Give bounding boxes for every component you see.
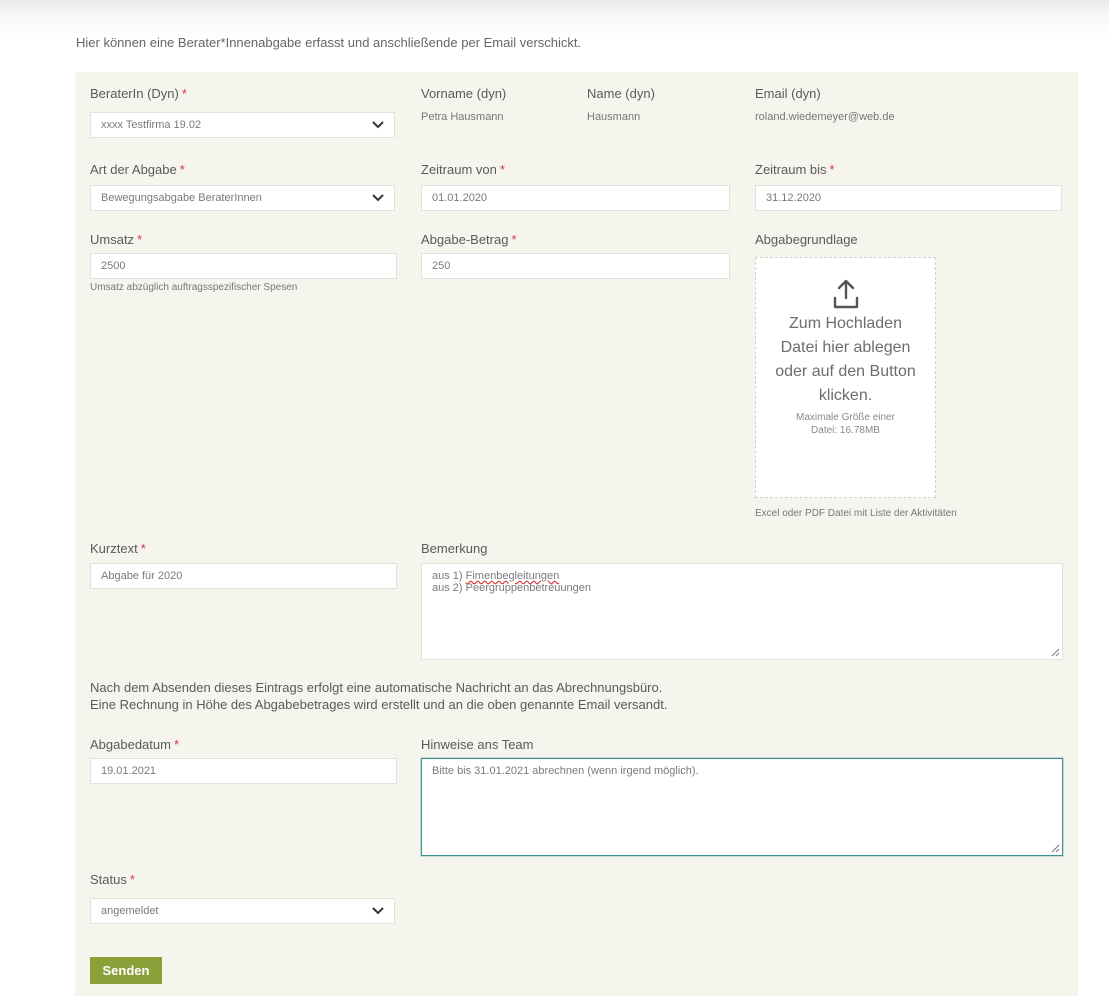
umsatz-help: Umsatz abzüglich auftragsspezifischer Sp… xyxy=(90,282,298,293)
betrag-input[interactable]: 250 xyxy=(421,253,730,279)
status-select-value: angemeldet xyxy=(101,905,159,917)
hinweise-label: Hinweise ans Team xyxy=(421,737,534,752)
kurztext-label-text: Kurztext xyxy=(90,541,138,556)
required-mark: * xyxy=(129,872,135,887)
notice-line-2: Eine Rechnung in Höhe des Abgabebetrages… xyxy=(90,697,668,712)
upload-drop-text: Zum Hochladen Datei hier ablegen oder au… xyxy=(775,315,916,404)
vorname-value: Petra Hausmann xyxy=(421,111,504,123)
notice-text: Nach dem Absenden dieses Eintrags erfolg… xyxy=(90,679,667,713)
name-value: Hausmann xyxy=(587,111,641,123)
zeitraum-bis-label-text: Zeitraum bis xyxy=(755,162,827,177)
resize-grip-icon[interactable] xyxy=(1051,844,1060,853)
bemerkung-line-2: aus 2) Peergruppenbetreuungen xyxy=(432,582,592,594)
grundlage-help: Excel oder PDF Datei mit Liste der Aktiv… xyxy=(755,508,957,519)
upload-max-size: Maximale Größe einer Datei: 16.78MB xyxy=(796,412,895,436)
berater-label: BeraterIn (Dyn) * xyxy=(90,86,187,101)
form-panel: BeraterIn (Dyn) * xxxx Testfirma 19.02 Vo… xyxy=(75,72,1078,996)
required-mark: * xyxy=(137,232,143,247)
required-mark: * xyxy=(511,232,517,247)
required-mark: * xyxy=(499,162,505,177)
hinweise-value: Bitte bis 31.01.2021 abrechnen (wenn irg… xyxy=(432,765,699,777)
bemerkung-textarea[interactable]: aus 1) Fimenbegleitungen aus 2) Peergrup… xyxy=(421,563,1063,660)
required-mark: * xyxy=(179,162,185,177)
betrag-label-text: Abgabe-Betrag xyxy=(421,232,509,247)
vorname-label: Vorname (dyn) xyxy=(421,86,507,101)
name-label: Name (dyn) xyxy=(587,86,655,101)
art-label: Art der Abgabe * xyxy=(90,162,185,177)
chevron-down-icon xyxy=(372,194,384,202)
bemerkung-misspelled-word: Fimenbegleitungen xyxy=(465,570,560,582)
bemerkung-line-1-prefix: aus 1) xyxy=(432,570,466,582)
email-value: roland.wiedemeyer@web.de xyxy=(755,111,895,123)
submit-button[interactable]: Senden xyxy=(90,957,162,984)
zeitraum-bis-input[interactable]: 31.12.2020 xyxy=(755,185,1062,211)
art-label-text: Art der Abgabe xyxy=(90,162,177,177)
intro-text: Hier können eine Berater*Innenabgabe erf… xyxy=(76,35,582,50)
berater-select-value: xxxx Testfirma 19.02 xyxy=(101,119,202,131)
zeitraum-von-label-text: Zeitraum von xyxy=(421,162,497,177)
betrag-label: Abgabe-Betrag * xyxy=(421,232,517,247)
hinweise-textarea[interactable]: Bitte bis 31.01.2021 abrechnen (wenn irg… xyxy=(421,758,1063,856)
upload-dropzone[interactable]: Zum Hochladen Datei hier ablegen oder au… xyxy=(755,257,936,498)
art-select[interactable]: Bewegungsabgabe BeraterInnen xyxy=(90,185,395,211)
status-label: Status * xyxy=(90,872,135,887)
resize-grip-icon[interactable] xyxy=(1051,648,1060,657)
umsatz-label: Umsatz * xyxy=(90,232,142,247)
bemerkung-label: Bemerkung xyxy=(421,541,488,556)
abgabedatum-label-text: Abgabedatum xyxy=(90,737,171,752)
required-mark: * xyxy=(173,737,180,752)
upload-icon xyxy=(833,279,858,309)
email-label: Email (dyn) xyxy=(755,86,821,101)
status-select[interactable]: angemeldet xyxy=(90,898,395,924)
kurztext-label: Kurztext * xyxy=(90,541,146,556)
grundlage-label: Abgabegrundlage xyxy=(755,232,858,247)
zeitraum-bis-label: Zeitraum bis * xyxy=(755,162,835,177)
berater-label-text: BeraterIn (Dyn) xyxy=(90,86,179,101)
zeitraum-von-label: Zeitraum von * xyxy=(421,162,505,177)
notice-line-1: Nach dem Absenden dieses Eintrags erfolg… xyxy=(90,680,663,695)
umsatz-label-text: Umsatz xyxy=(90,232,135,247)
required-mark: * xyxy=(829,162,835,177)
umsatz-input[interactable]: 2500 xyxy=(90,253,397,279)
required-mark: * xyxy=(140,541,146,556)
berater-select[interactable]: xxxx Testfirma 19.02 xyxy=(90,112,395,138)
zeitraum-von-input[interactable]: 01.01.2020 xyxy=(421,185,730,211)
required-mark: * xyxy=(181,86,187,101)
abgabedatum-label: Abgabedatum * xyxy=(90,737,179,752)
kurztext-input[interactable]: Abgabe für 2020 xyxy=(90,563,397,589)
status-label-text: Status xyxy=(90,872,127,887)
art-select-value: Bewegungsabgabe BeraterInnen xyxy=(101,192,262,204)
chevron-down-icon xyxy=(372,121,384,129)
abgabedatum-input[interactable]: 19.01.2021 xyxy=(90,758,397,784)
chevron-down-icon xyxy=(372,907,384,915)
bemerkung-line-1: aus 1) Fimenbegleitungen xyxy=(432,570,1052,582)
